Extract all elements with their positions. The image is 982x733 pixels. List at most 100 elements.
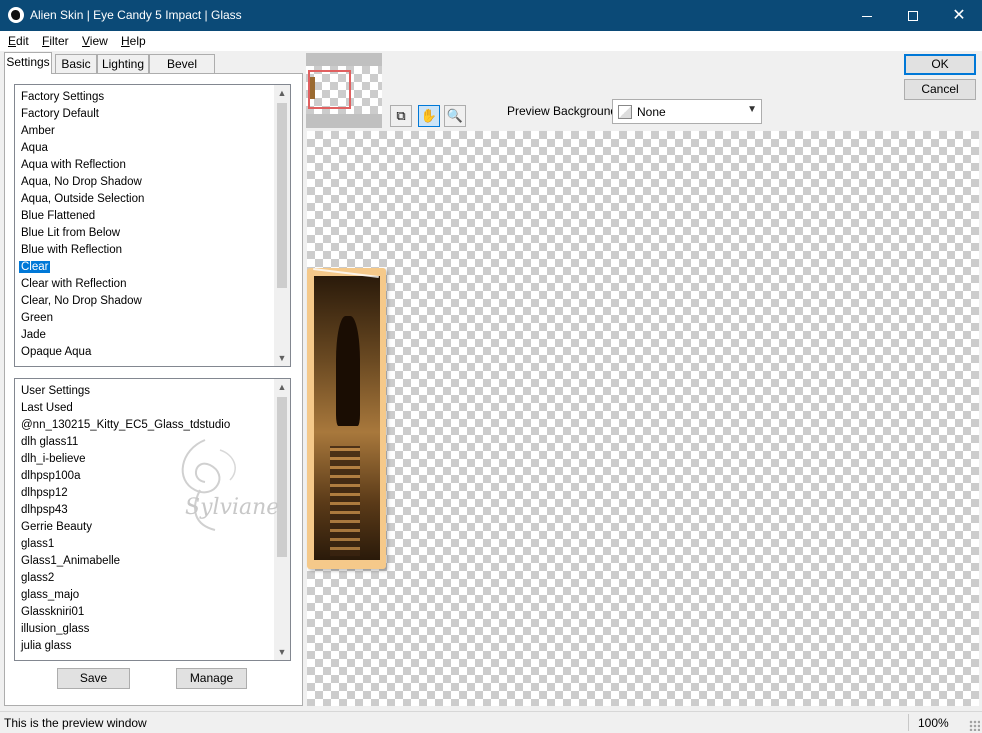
factory-preset-item[interactable]: Aqua, Outside Selection [21,191,144,208]
factory-preset-item-label: Green [21,312,53,324]
factory-preset-item-label: Aqua, Outside Selection [21,193,145,205]
title-bar: Alien Skin | Eye Candy 5 Impact | Glass … [0,0,982,31]
user-preset-item[interactable]: dlhpsp100a [21,468,80,485]
factory-preset-item[interactable]: Factory Default [21,106,99,123]
scroll-up-icon[interactable]: ▲ [274,85,290,101]
menu-edit[interactable]: Edit [8,34,29,48]
status-bar: This is the preview window 100% [0,711,982,733]
factory-preset-item[interactable]: Aqua [21,140,48,157]
resize-grip-icon[interactable] [969,720,980,731]
compare-tool-button[interactable]: ⧉ [390,105,412,127]
factory-preset-item[interactable]: Blue Flattened [21,208,95,225]
user-preset-item-label: julia glass [21,640,72,652]
factory-preset-item-label: Blue with Reflection [21,244,122,256]
user-preset-item-label: Glasskniri01 [21,606,85,618]
factory-preset-item-label: Clear with Reflection [21,278,127,290]
close-button[interactable]: ✕ [936,0,982,31]
navigator-view-rectangle[interactable] [308,70,351,109]
factory-preset-item-label: Opaque Aqua [21,346,92,358]
scroll-down-icon[interactable]: ▼ [274,350,290,366]
factory-preset-item[interactable]: Aqua, No Drop Shadow [21,174,142,191]
scroll-thumb[interactable] [277,397,287,557]
user-preset-item[interactable]: dlh glass11 [21,434,78,451]
user-preset-item-label: Gerrie Beauty [21,521,92,533]
hand-pan-icon: ✋ [420,108,438,123]
user-preset-item[interactable]: julia glass [21,638,72,655]
scroll-down-icon[interactable]: ▼ [274,644,290,660]
user-preset-item[interactable]: glass_majo [21,587,79,604]
factory-preset-item[interactable]: Blue Lit from Below [21,225,120,242]
navigator-thumbnail[interactable] [306,53,382,128]
factory-preset-item-label: Aqua with Reflection [21,159,126,171]
tab-settings[interactable]: Settings [4,52,52,74]
factory-preset-item[interactable]: Opaque Aqua [21,344,91,361]
user-preset-item[interactable]: glass1 [21,536,54,553]
zoom-tool-button[interactable]: 🔍 [444,105,466,127]
user-preset-item[interactable]: Glasskniri01 [21,604,84,621]
factory-preset-item[interactable]: Clear, No Drop Shadow [21,293,142,310]
manage-button[interactable]: Manage [176,668,247,689]
tab-basic[interactable]: Basic [55,54,97,73]
user-preset-item[interactable]: dlhpsp12 [21,485,68,502]
preview-background-select[interactable]: None ▼ [612,99,762,124]
user-settings-header[interactable]: User Settings [21,383,90,400]
preview-background-value: None [637,105,666,119]
user-preset-item[interactable]: Glass1_Animabelle [21,553,120,570]
pan-tool-button[interactable]: ✋ [418,105,440,127]
watermark-swirl-icon [181,439,236,531]
menu-bar: Edit Filter View Help [0,31,982,51]
user-preset-item[interactable]: dlhpsp43 [21,502,68,519]
factory-settings-header[interactable]: Factory Settings [21,89,104,106]
preview-window[interactable] [307,131,979,706]
factory-preset-item-label: Factory Default [21,108,99,120]
menu-filter[interactable]: Filter [42,34,69,48]
save-button[interactable]: Save [57,668,130,689]
eye-candy-app-icon [8,7,24,23]
maximize-button[interactable] [890,0,936,31]
factory-preset-item-label: Aqua, No Drop Shadow [21,176,142,188]
user-preset-item[interactable]: glass2 [21,570,54,587]
menu-view[interactable]: View [82,34,108,48]
zoom-magnifier-icon: 🔍 [446,108,464,123]
scroll-thumb[interactable] [277,103,287,288]
minimize-button[interactable] [844,0,890,31]
factory-preset-item[interactable]: Jade [21,327,46,344]
preview-photo [314,276,380,560]
factory-settings-list[interactable]: Factory Settings Factory Default Amber Aqu… [14,84,291,367]
factory-preset-item-label: Blue Flattened [21,210,96,222]
user-preset-item-label: dlhpsp100a [21,470,81,482]
factory-settings-scrollbar[interactable]: ▲ ▼ [274,85,290,366]
factory-preset-item[interactable]: Blue with Reflection [21,242,122,259]
factory-preset-item-label: Aqua [21,142,48,154]
factory-preset-item-label: Blue Lit from Below [21,227,121,239]
user-preset-item-label: illusion_glass [21,623,90,635]
factory-preset-item-label: Amber [21,125,55,137]
factory-preset-item[interactable]: Clear with Reflection [21,276,126,293]
factory-preset-item-label: Jade [21,329,46,341]
user-preset-item-label: dlhpsp43 [21,504,68,516]
menu-help[interactable]: Help [121,34,146,48]
ok-button[interactable]: OK [904,54,976,75]
factory-preset-item[interactable]: Aqua with Reflection [21,157,126,174]
maximize-icon [908,11,918,22]
factory-preset-item-label: Clear, No Drop Shadow [21,295,142,307]
scroll-up-icon[interactable]: ▲ [274,379,290,395]
user-preset-item[interactable]: dlh_i-believe [21,451,86,468]
tab-bevel-profile[interactable]: Bevel Profile [149,54,215,89]
close-icon: ✕ [952,7,966,24]
user-preset-item[interactable]: illusion_glass [21,621,89,638]
user-preset-item-label: Last Used [21,402,73,414]
background-swatch-icon [618,105,632,119]
tab-lighting[interactable]: Lighting [97,54,149,73]
zoom-level: 100% [918,716,949,730]
factory-preset-item-label: Clear [19,261,51,273]
factory-preset-item[interactable]: Clear [19,259,51,276]
factory-preset-item[interactable]: Amber [21,123,55,140]
glass-effect-image [307,267,386,569]
user-preset-item[interactable]: Gerrie Beauty [21,519,92,536]
window-title: Alien Skin | Eye Candy 5 Impact | Glass [30,8,242,22]
factory-preset-item[interactable]: Green [21,310,53,327]
status-separator [908,714,909,731]
user-preset-item[interactable]: Last Used [21,400,73,417]
cancel-button[interactable]: Cancel [904,79,976,100]
